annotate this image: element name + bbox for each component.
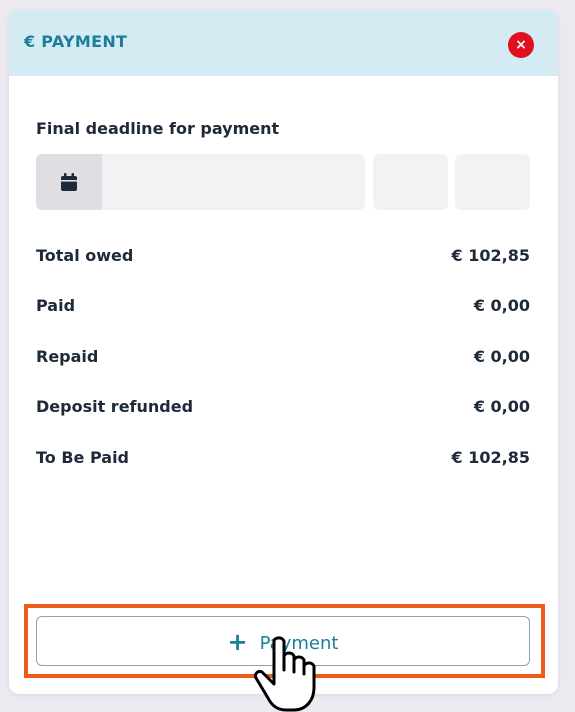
deposit-refunded-value: € 0,00	[473, 397, 530, 416]
deposit-refunded-label: Deposit refunded	[36, 397, 194, 416]
add-payment-label: Payment	[259, 633, 339, 654]
deadline-date-field[interactable]	[36, 154, 365, 210]
deadline-hour-field[interactable]	[373, 154, 448, 210]
close-button[interactable]: ×	[508, 32, 534, 58]
to-be-paid-row: To Be Paid € 102,85	[36, 448, 530, 470]
paid-label: Paid	[36, 296, 76, 315]
repaid-value: € 0,00	[473, 347, 530, 366]
close-icon: ×	[515, 37, 527, 53]
repaid-row: Repaid € 0,00	[36, 347, 530, 369]
paid-value: € 0,00	[473, 296, 530, 315]
total-owed-row: Total owed € 102,85	[36, 246, 530, 268]
paid-row: Paid € 0,00	[36, 296, 530, 318]
panel-header: € PAYMENT ×	[9, 10, 558, 76]
to-be-paid-value: € 102,85	[451, 448, 530, 467]
calendar-icon	[61, 173, 77, 191]
total-owed-value: € 102,85	[451, 246, 530, 265]
plus-icon: +	[227, 628, 248, 656]
deposit-refunded-row: Deposit refunded € 0,00	[36, 397, 530, 419]
total-owed-label: Total owed	[36, 246, 134, 265]
panel-title: € PAYMENT	[24, 32, 128, 51]
to-be-paid-label: To Be Paid	[36, 448, 129, 467]
payment-panel: € PAYMENT × Final deadline for payment T…	[9, 10, 558, 694]
repaid-label: Repaid	[36, 347, 99, 366]
deadline-minute-field[interactable]	[455, 154, 530, 210]
calendar-button[interactable]	[36, 154, 102, 210]
deadline-label: Final deadline for payment	[36, 119, 280, 138]
add-payment-button[interactable]: + Payment	[36, 616, 530, 666]
